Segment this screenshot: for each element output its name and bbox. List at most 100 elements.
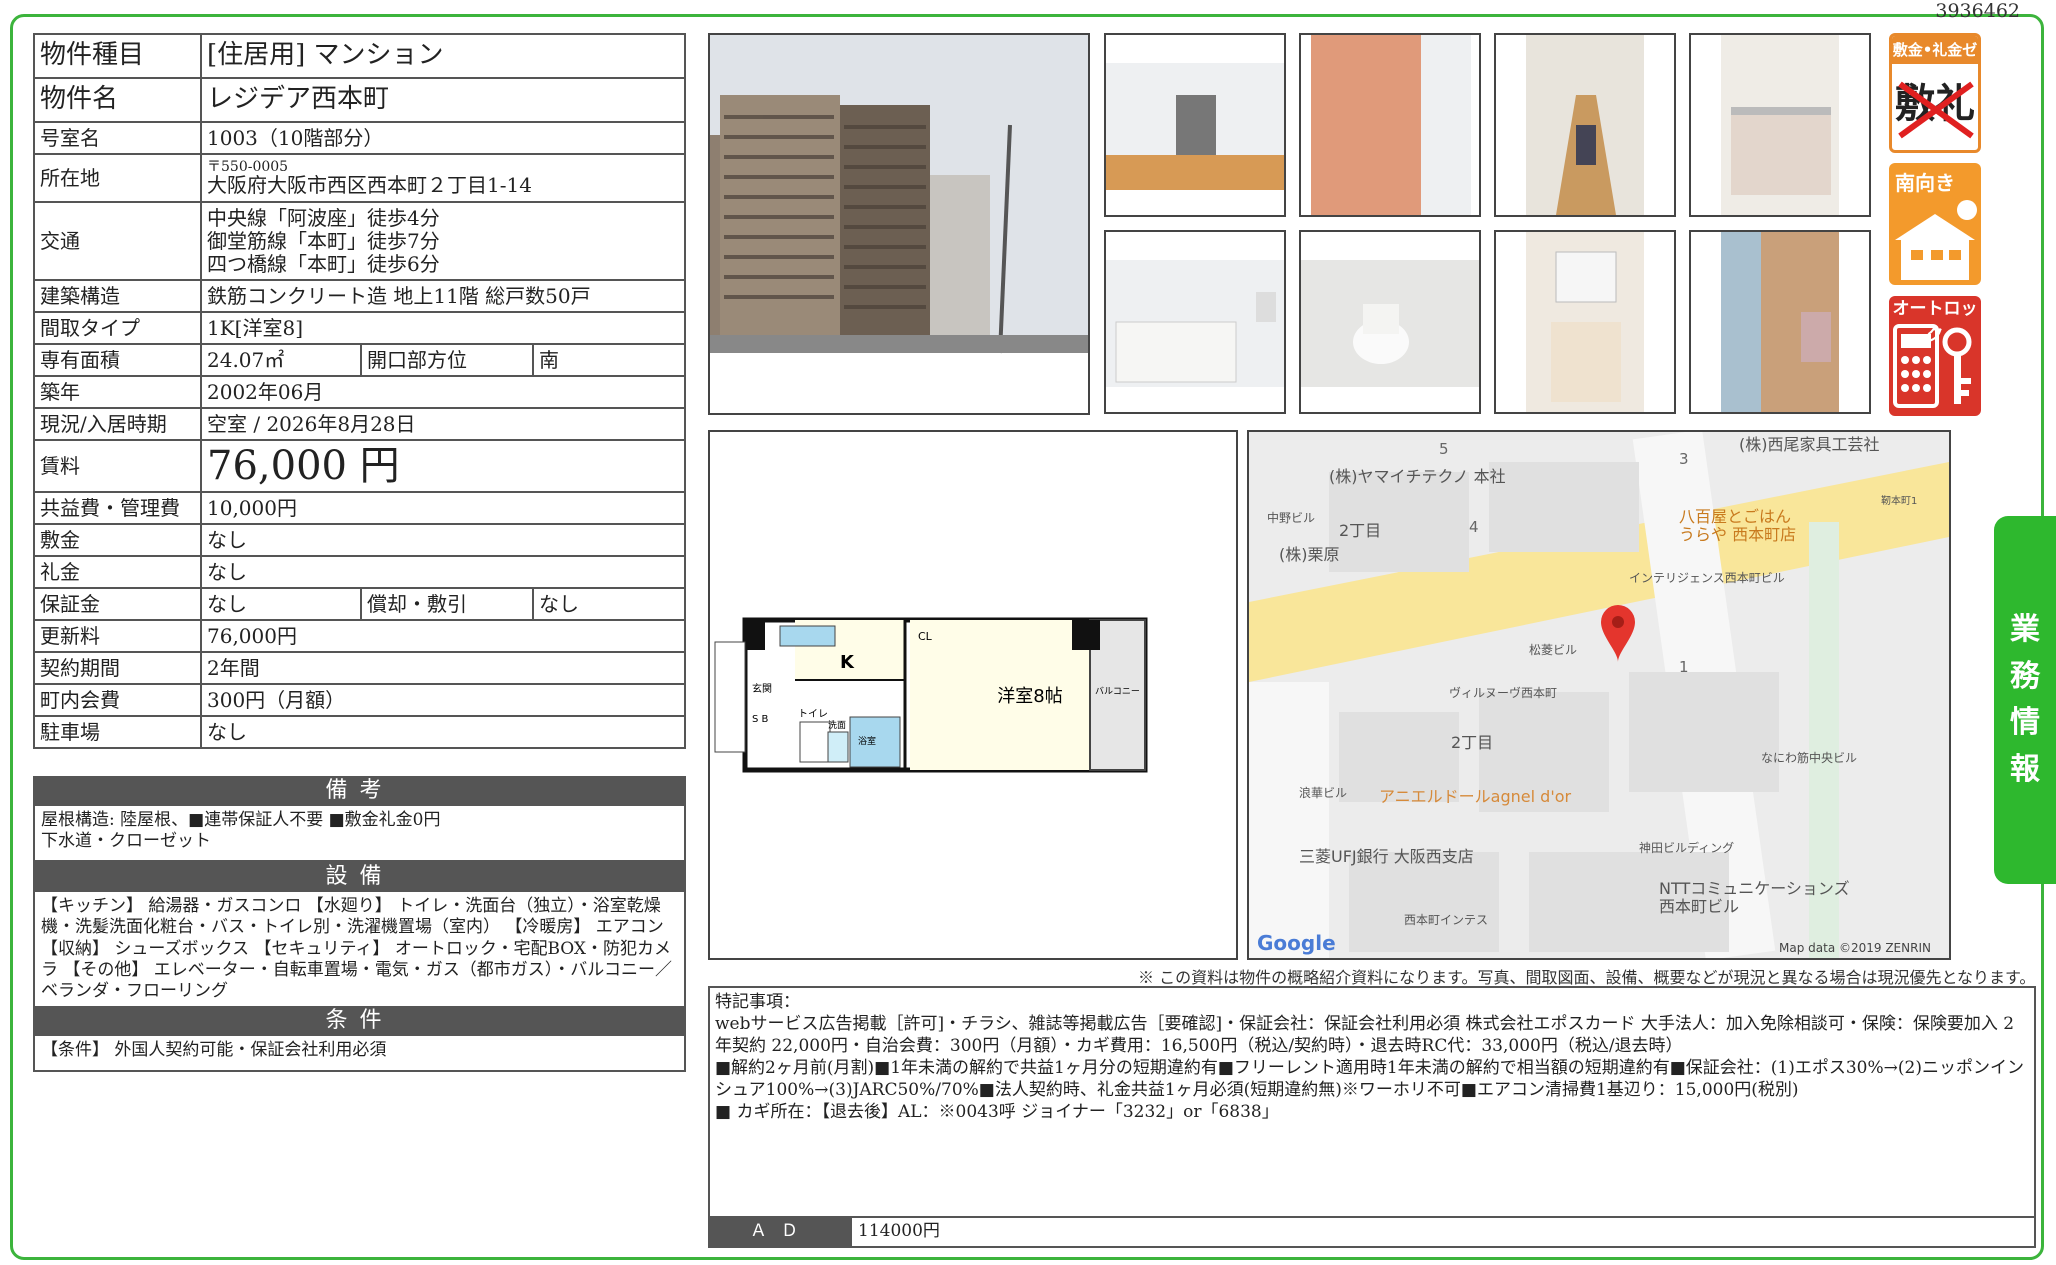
house-sun-icon: [1895, 200, 1977, 280]
room-value: 1003（10階部分）: [200, 121, 686, 155]
plan-balcony-label: バルコニー: [1095, 686, 1140, 697]
rent-label: 賃料: [33, 439, 202, 493]
keymoney-value: なし: [200, 555, 686, 589]
address-cell: 〒550-0005 大阪府大阪市西区西本町２丁目1-14: [200, 153, 686, 203]
remarks-line: 下水道・クローゼット: [41, 831, 211, 852]
postal-code: 〒550-0005: [207, 158, 289, 175]
plan-bath-label: 浴室: [858, 735, 876, 747]
status-label: 現況/入居時期: [33, 407, 202, 441]
amort-label: 償却・敷引: [360, 587, 534, 621]
map-label: NTTコミュニケーションズ: [1659, 879, 1850, 898]
type-label: 物件種目: [33, 33, 202, 79]
access-line: 中央線「阿波座」徒歩4分: [207, 205, 440, 230]
badge-autolock-label: オートロック: [1892, 299, 1978, 345]
plan-kitchen-label: K: [840, 652, 855, 673]
map-label: ヴィルヌーヴ西本町: [1449, 685, 1557, 700]
strike-icon: [1898, 81, 1974, 139]
exterior-photo: [708, 33, 1090, 415]
access-line: 四つ橋線「本町」徒歩6分: [207, 251, 440, 276]
map-label: インテリジェンス西本町ビル: [1629, 571, 1785, 585]
access-cell: 中央線「阿波座」徒歩4分 御堂筋線「本町」徒歩7分 四つ橋線「本町」徒歩6分: [200, 201, 686, 281]
special-notes-line: webサービス広告掲載［許可]・チラシ、雑誌等掲載広告［要確認]・保証会社：保証…: [715, 1014, 2015, 1057]
facilities-title: 設備: [33, 862, 686, 892]
guarantee-label: 保証金: [33, 587, 202, 621]
name-label: 物件名: [33, 77, 202, 123]
map-label: 三菱UFJ銀行 大阪西支店: [1299, 847, 1474, 866]
contract-label: 契約期間: [33, 651, 202, 685]
built-label: 築年: [33, 375, 202, 409]
plan-shoebox-label: S B: [752, 714, 769, 725]
special-notes-title: 特記事項：: [715, 992, 800, 1012]
status-value: 空室 / 2026年8月28日: [200, 407, 686, 441]
ad-label: ＡＤ: [710, 1218, 852, 1246]
map-label: (株)栗原: [1279, 545, 1340, 564]
disclaimer-note: ※ この資料は物件の概略紹介資料になります。写真、間取図面、設備、概要などが現況…: [1138, 968, 2036, 987]
map-number: 1: [1679, 658, 1689, 676]
fee-label: 共益費・管理費: [33, 491, 202, 525]
contract-value: 2年間: [200, 651, 686, 685]
access-label: 交通: [33, 201, 202, 281]
conditions-title: 条件: [33, 1006, 686, 1036]
map-label: 八百屋とごはん: [1679, 507, 1791, 526]
plan-room-label: 洋室8帖: [997, 686, 1062, 707]
map-label: 浪華ビル: [1299, 785, 1347, 800]
ad-value: 114000円: [858, 1221, 940, 1241]
floor-plan: K CL 洋室8帖 玄関 S B トイレ 洗面 浴室 バルコニー: [708, 430, 1238, 960]
badge-south-facing: 南向き: [1889, 163, 1981, 285]
remarks-line: 屋根構造: 陸屋根、■連帯保証人不要 ■敷金礼金0円: [41, 810, 441, 830]
side-tab-char: 報: [2010, 751, 2040, 787]
conditions-body: 【条件】 外国人契約可能・保証会社利用必須: [33, 1036, 686, 1072]
address-label: 所在地: [33, 153, 202, 203]
map-label: 2丁目: [1339, 521, 1381, 540]
special-notes-line: ■解約2ヶ月前(月割)■1年未満の解約で共益1ヶ月分の短期違約有■フリーレント適…: [715, 1058, 2024, 1101]
map-number: 5: [1439, 440, 1449, 458]
ad-row: ＡＤ 114000円: [710, 1216, 2034, 1246]
room-photo: [1299, 33, 1481, 217]
conditions-section: 条件 【条件】 外国人契約可能・保証会社利用必須: [33, 1006, 686, 1072]
badge-no-deposit: 敷金•礼金ゼロ 敷礼: [1889, 33, 1981, 153]
special-notes-line: ■ カギ所在：【退去後】AL：※0043呼 ジョイナー「3232」or「6838…: [715, 1102, 1279, 1123]
rent-value: 76,000 円: [200, 439, 686, 493]
room-label: 号室名: [33, 121, 202, 155]
location-map[interactable]: 5 3 4 1 (株)ヤマイチテクノ 本社 (株)西尾家具工芸社 八百屋とごはん…: [1247, 430, 1951, 960]
badge-autolock: オートロック: [1889, 296, 1981, 416]
renewal-value: 76,000円: [200, 619, 686, 653]
layout-label: 間取タイプ: [33, 311, 202, 345]
remarks-title: 備考: [33, 776, 686, 806]
townfee-value: 300円（月額）: [200, 683, 686, 717]
type-value: [住居用] マンション: [200, 33, 686, 79]
parking-value: なし: [200, 715, 686, 749]
special-notes-text: 特記事項： webサービス広告掲載［許可]・チラシ、雑誌等掲載広告［要確認]・保…: [710, 988, 2034, 1127]
built-value: 2002年06月: [200, 375, 686, 409]
side-tab-char: 業: [2010, 612, 2040, 647]
map-label: 松菱ビル: [1529, 643, 1577, 657]
property-name: レジデア西本町: [200, 77, 686, 123]
side-tab-char: 務: [2010, 658, 2040, 694]
room-photo: [1299, 230, 1481, 414]
access-line: 御堂筋線「本町」徒歩7分: [207, 228, 440, 253]
map-label: 西本町ビル: [1659, 897, 1739, 916]
facilities-section: 設備 【キッチン】 給湯器・ガスコンロ 【水廻り】 トイレ・洗面台（独立）・浴室…: [33, 862, 686, 1008]
keymoney-label: 礼金: [33, 555, 202, 589]
plan-toilet-label: トイレ: [798, 709, 828, 720]
structure-label: 建築構造: [33, 279, 202, 313]
map-label: アニエルドールagnel d'or: [1379, 787, 1572, 806]
deposit-label: 敷金: [33, 523, 202, 557]
map-number: 3: [1679, 450, 1689, 468]
plan-washroom-label: 洗面: [828, 719, 846, 731]
room-photo: [1689, 230, 1871, 414]
renewal-label: 更新料: [33, 619, 202, 653]
room-photo: [1689, 33, 1871, 217]
map-label: 2丁目: [1451, 733, 1493, 752]
google-logo: Google: [1257, 931, 1336, 955]
badge-south-label: 南向き: [1895, 171, 1955, 195]
business-info-tab[interactable]: 業 務 情 報: [1994, 516, 2056, 884]
map-label: 西本町インテス: [1404, 913, 1488, 927]
map-label: なにわ筋中央ビル: [1761, 750, 1857, 765]
map-label: 神田ビルディング: [1639, 840, 1734, 855]
badge-no-deposit-label: 敷金•礼金ゼロ: [1892, 36, 1978, 87]
townfee-label: 町内会費: [33, 683, 202, 717]
room-photo: [1104, 230, 1286, 414]
map-label: 中野ビル: [1267, 510, 1315, 525]
keypad-key-icon: [1893, 324, 1972, 408]
